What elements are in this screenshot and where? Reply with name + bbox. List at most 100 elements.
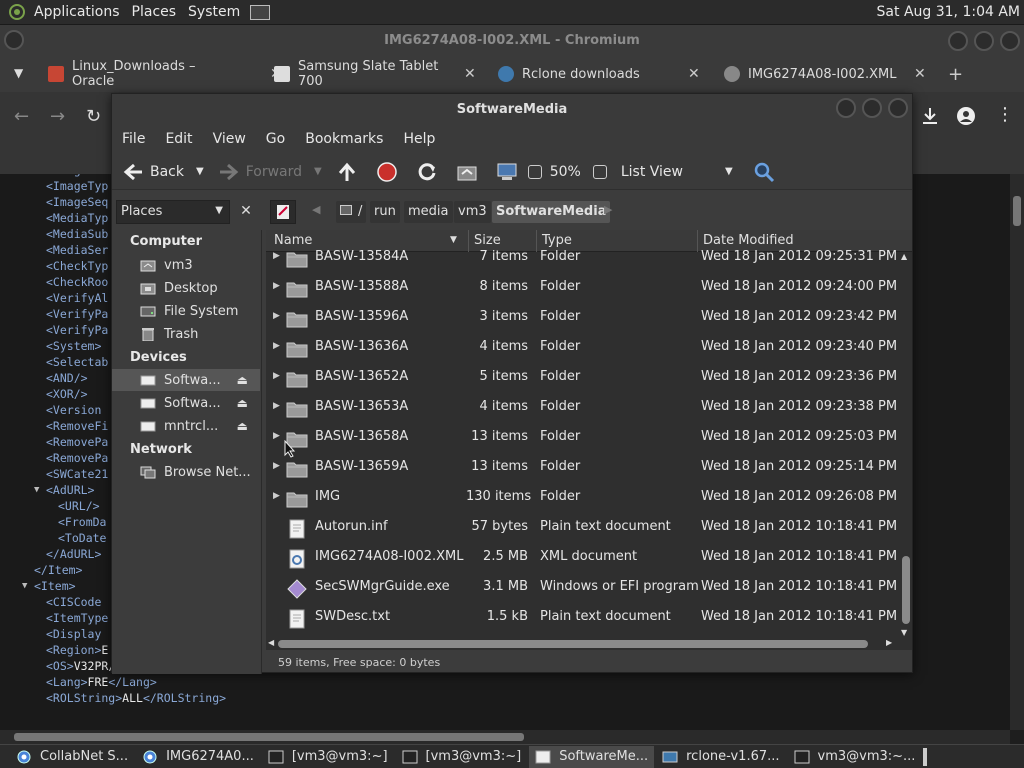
scroll-left-icon[interactable]: ◀	[268, 638, 274, 647]
file-row[interactable]: SecSWMgrGuide.exe 3.1 MB Windows or EFI pr…	[266, 572, 898, 602]
eject-icon[interactable]: ⏏	[237, 419, 248, 433]
tab-close-icon[interactable]: ✕	[688, 66, 700, 82]
file-row[interactable]: Autorun.inf 57 bytes Plain text document We…	[266, 512, 898, 542]
file-row[interactable]: ▶ BASW-13636A 4 items Folder Wed 18 Jan 2012…	[266, 332, 898, 362]
computer-icon[interactable]	[496, 161, 518, 183]
profile-icon[interactable]	[956, 106, 976, 126]
view-mode-select[interactable]: List View ▼	[621, 164, 733, 180]
file-row[interactable]: ▶ BASW-13653A 4 items Folder Wed 18 Jan 2012…	[266, 392, 898, 422]
path-crumb-vm3[interactable]: vm3	[454, 201, 491, 223]
xml-collapse-toggle-icon[interactable]: ▼	[22, 578, 27, 594]
tab-search-chevron-icon[interactable]: ▼	[14, 66, 23, 80]
zoom-out-icon[interactable]	[527, 164, 542, 179]
up-arrow-icon[interactable]	[336, 161, 358, 183]
maximize-icon[interactable]	[974, 31, 994, 51]
taskbar-task[interactable]: [vm3@vm3:~]	[396, 746, 528, 768]
menu-edit[interactable]: Edit	[155, 131, 202, 147]
expand-folder-icon[interactable]: ▶	[273, 401, 280, 411]
expand-folder-icon[interactable]: ▶	[273, 341, 280, 351]
workspace-switcher[interactable]	[923, 747, 928, 766]
file-row[interactable]: ▶ IMG 130 items Folder Wed 18 Jan 2012 09:26…	[266, 482, 898, 512]
taskbar-task[interactable]: rclone-v1.67...	[656, 746, 785, 768]
scroll-right-icon[interactable]: ▶	[886, 638, 892, 647]
search-icon[interactable]	[753, 161, 775, 183]
taskbar-task[interactable]: SoftwareMe...	[529, 745, 655, 768]
sidebar-item-vm3[interactable]: vm3	[112, 254, 260, 276]
path-scroll-left-icon[interactable]: ◀	[312, 203, 320, 216]
sidebar-item-file-system[interactable]: File System	[112, 300, 260, 322]
file-list-horizontal-scrollbar[interactable]: ◀ ▶	[266, 638, 900, 650]
file-row[interactable]: ▶ BASW-13596A 3 items Folder Wed 18 Jan 2012…	[266, 302, 898, 332]
file-list-vscroll-thumb[interactable]	[902, 556, 910, 624]
scroll-down-icon[interactable]: ▼	[901, 628, 907, 637]
xml-hscroll-thumb[interactable]	[14, 733, 524, 741]
stop-icon[interactable]	[376, 161, 398, 183]
eject-icon[interactable]: ⏏	[237, 396, 248, 410]
eject-icon[interactable]: ⏏	[237, 373, 248, 387]
maximize-icon[interactable]	[862, 98, 882, 118]
browser-back-icon[interactable]: ←	[14, 106, 29, 127]
zoom-control[interactable]: 50%	[527, 164, 607, 180]
taskbar-task[interactable]: CollabNet S...	[10, 746, 134, 768]
expand-folder-icon[interactable]: ▶	[273, 491, 280, 501]
home-folder-icon[interactable]	[456, 161, 478, 183]
sidebar-item-device-3[interactable]: mntrcl... ⏏	[112, 415, 260, 437]
sidebar-item-trash[interactable]: Trash	[112, 323, 260, 345]
browser-tab-samsung[interactable]: Samsung Slate Tablet 700 ✕	[274, 56, 476, 92]
tab-close-icon[interactable]: ✕	[464, 66, 476, 82]
edit-path-button[interactable]	[270, 200, 296, 224]
path-crumb-root[interactable]: /	[336, 201, 367, 223]
menu-file[interactable]: File	[112, 131, 155, 147]
xml-collapse-toggle-icon[interactable]: ▼	[34, 482, 39, 498]
path-scroll-right-icon[interactable]: ▶	[604, 203, 612, 216]
browser-tab-oracle[interactable]: Linux_Downloads – Oracle ✕	[48, 56, 282, 92]
expand-folder-icon[interactable]: ▶	[273, 461, 280, 471]
menu-help[interactable]: Help	[393, 131, 445, 147]
sidebar-item-browse-network[interactable]: Browse Net...	[112, 461, 260, 483]
places-menu[interactable]: Places	[126, 4, 183, 20]
file-row[interactable]: ▶ BASW-13652A 5 items Folder Wed 18 Jan 2012…	[266, 362, 898, 392]
terminal-launcher-icon[interactable]	[250, 4, 271, 20]
forward-history-caret-icon[interactable]: ▼	[314, 166, 322, 177]
file-row[interactable]: ▶ BASW-13658A 13 items Folder Wed 18 Jan 201…	[266, 422, 898, 452]
file-row[interactable]: ▶ BASW-13659A 13 items Folder Wed 18 Jan 201…	[266, 452, 898, 482]
minimize-icon[interactable]	[948, 31, 968, 51]
download-icon[interactable]	[920, 106, 940, 126]
file-row[interactable]: ▶ BASW-13584A 7 items Folder Wed 18 Jan 2012…	[266, 242, 898, 272]
browser-tab-xml[interactable]: IMG6274A08-I002.XML ✕	[724, 56, 934, 92]
file-list-hscroll-thumb[interactable]	[278, 640, 868, 648]
browser-reload-icon[interactable]: ↻	[86, 106, 101, 127]
sidebar-item-device-1[interactable]: Softwa... ⏏	[112, 369, 260, 391]
menu-bookmarks[interactable]: Bookmarks	[295, 131, 393, 147]
sidebar-item-desktop[interactable]: Desktop	[112, 277, 260, 299]
taskbar-task[interactable]: IMG6274A0...	[136, 746, 260, 768]
tab-close-icon[interactable]: ✕	[914, 66, 926, 82]
distro-logo-icon[interactable]	[8, 3, 26, 21]
file-row[interactable]: SWDesc.txt 1.5 kB Plain text document Wed 1…	[266, 602, 898, 632]
expand-folder-icon[interactable]: ▶	[273, 371, 280, 381]
file-row[interactable]: ▶ BASW-13588A 8 items Folder Wed 18 Jan 2012…	[266, 272, 898, 302]
back-button[interactable]: Back ▼	[122, 161, 204, 183]
new-tab-button[interactable]: +	[948, 64, 963, 85]
menu-go[interactable]: Go	[256, 131, 295, 147]
scroll-up-icon[interactable]: ▲	[901, 252, 907, 261]
sidebar-mode-select[interactable]: Places ▼	[116, 200, 230, 224]
forward-button[interactable]: Forward ▼	[218, 161, 322, 183]
menu-view[interactable]: View	[203, 131, 256, 147]
expand-folder-icon[interactable]: ▶	[273, 281, 280, 291]
xml-vertical-scrollbar[interactable]	[1010, 174, 1024, 730]
reload-icon[interactable]	[416, 161, 438, 183]
taskbar-task[interactable]: vm3@vm3:~...	[788, 746, 922, 768]
path-crumb-run[interactable]: run	[370, 201, 400, 223]
zoom-in-icon[interactable]	[592, 164, 607, 179]
close-icon[interactable]	[888, 98, 908, 118]
browser-menu-icon[interactable]: ⋮	[996, 104, 1014, 125]
xml-horizontal-scrollbar[interactable]	[0, 730, 1010, 744]
applications-menu[interactable]: Applications	[28, 4, 126, 20]
clock[interactable]: Sat Aug 31, 1:04 AM	[877, 4, 1024, 20]
back-history-caret-icon[interactable]: ▼	[196, 166, 204, 177]
close-sidebar-icon[interactable]: ✕	[234, 200, 258, 224]
file-row[interactable]: IMG6274A08-I002.XML 2.5 MB XML document Wed…	[266, 542, 898, 572]
expand-folder-icon[interactable]: ▶	[273, 431, 280, 441]
browser-forward-icon[interactable]: →	[50, 106, 65, 127]
